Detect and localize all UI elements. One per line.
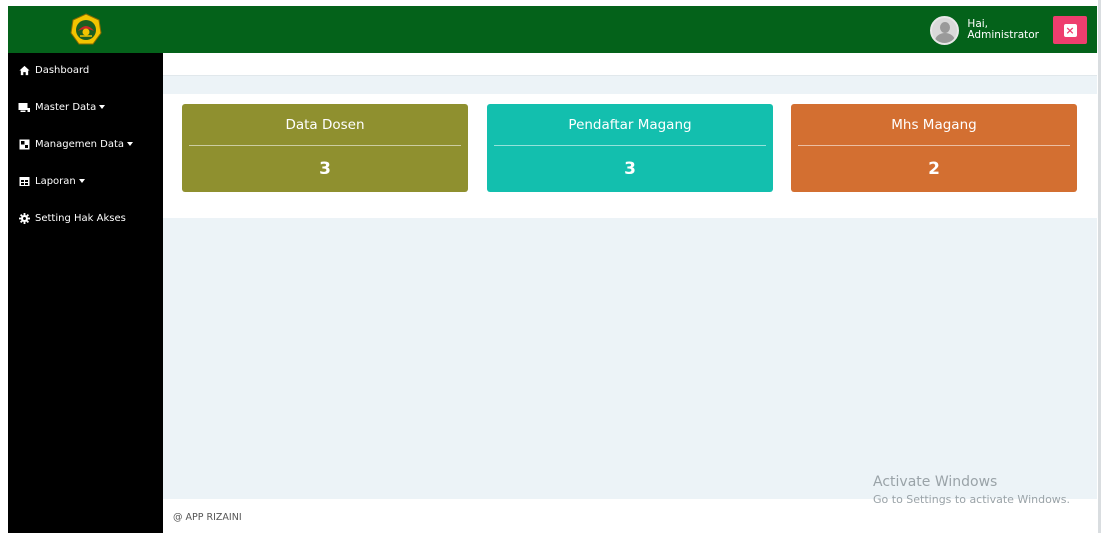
stat-card-title: Pendaftar Magang bbox=[568, 117, 692, 133]
sidebar-item-label: Laporan bbox=[35, 175, 76, 187]
stat-card-title: Mhs Magang bbox=[891, 117, 977, 133]
desktop-icon bbox=[18, 101, 30, 113]
stat-card-pendaftar-magang[interactable]: Pendaftar Magang 3 bbox=[487, 104, 773, 192]
sidebar-item-managemen-data[interactable]: Managemen Data bbox=[8, 132, 163, 156]
sidebar-item-label: Setting Hak Akses bbox=[35, 212, 126, 224]
stat-card-title: Data Dosen bbox=[285, 117, 365, 133]
stat-card-data-dosen[interactable]: Data Dosen 3 bbox=[182, 104, 468, 192]
chevron-down-icon bbox=[99, 105, 106, 109]
stat-card-mhs-magang[interactable]: Mhs Magang 2 bbox=[791, 104, 1077, 192]
avatar[interactable] bbox=[930, 15, 960, 45]
footer-copyright: @ APP RIZAINI bbox=[173, 512, 242, 523]
logo-container[interactable] bbox=[8, 6, 163, 53]
table-icon bbox=[18, 175, 30, 187]
home-icon bbox=[18, 64, 30, 76]
university-logo-icon bbox=[69, 12, 102, 44]
app-frame: Hai, Administrator × Dashboard Master Da… bbox=[8, 6, 1097, 533]
stat-card-divider bbox=[494, 145, 766, 146]
user-menu[interactable]: Hai, Administrator bbox=[930, 14, 1039, 46]
sidebar-item-master-data[interactable]: Master Data bbox=[8, 95, 163, 119]
windows-activation-watermark: Activate Windows Go to Settings to activ… bbox=[873, 474, 1070, 508]
stat-card-divider bbox=[798, 145, 1070, 146]
stat-card-value: 3 bbox=[319, 159, 331, 179]
chevron-down-icon bbox=[127, 142, 134, 146]
stat-card-divider bbox=[189, 145, 461, 146]
sidebar-item-label: Dashboard bbox=[35, 64, 90, 76]
top-navbar: Hai, Administrator × bbox=[8, 6, 1097, 53]
sidebar-item-label: Master Data bbox=[35, 101, 97, 113]
sidebar-item-setting-hak-akses[interactable]: Setting Hak Akses bbox=[8, 206, 163, 230]
stat-card-value: 2 bbox=[928, 159, 940, 179]
watermark-title: Activate Windows bbox=[873, 474, 998, 490]
sidebar-item-dashboard[interactable]: Dashboard bbox=[8, 58, 163, 82]
chevron-down-icon bbox=[78, 179, 85, 183]
sidebar-item-laporan[interactable]: Laporan bbox=[8, 169, 163, 193]
close-icon: × bbox=[1063, 23, 1077, 37]
sidebar: Dashboard Master Data Managemen Data Lap… bbox=[8, 53, 163, 533]
content-header-bar bbox=[163, 53, 1097, 76]
logout-button[interactable]: × bbox=[1053, 16, 1087, 44]
watermark-subtitle: Go to Settings to activate Windows. bbox=[873, 493, 1071, 506]
sidebar-item-label: Managemen Data bbox=[35, 138, 125, 150]
gear-icon bbox=[18, 212, 30, 224]
user-greeting-block: Hai, Administrator bbox=[967, 19, 1039, 41]
image-icon bbox=[18, 138, 30, 150]
stat-card-value: 3 bbox=[624, 159, 636, 179]
user-name: Administrator bbox=[967, 29, 1039, 41]
